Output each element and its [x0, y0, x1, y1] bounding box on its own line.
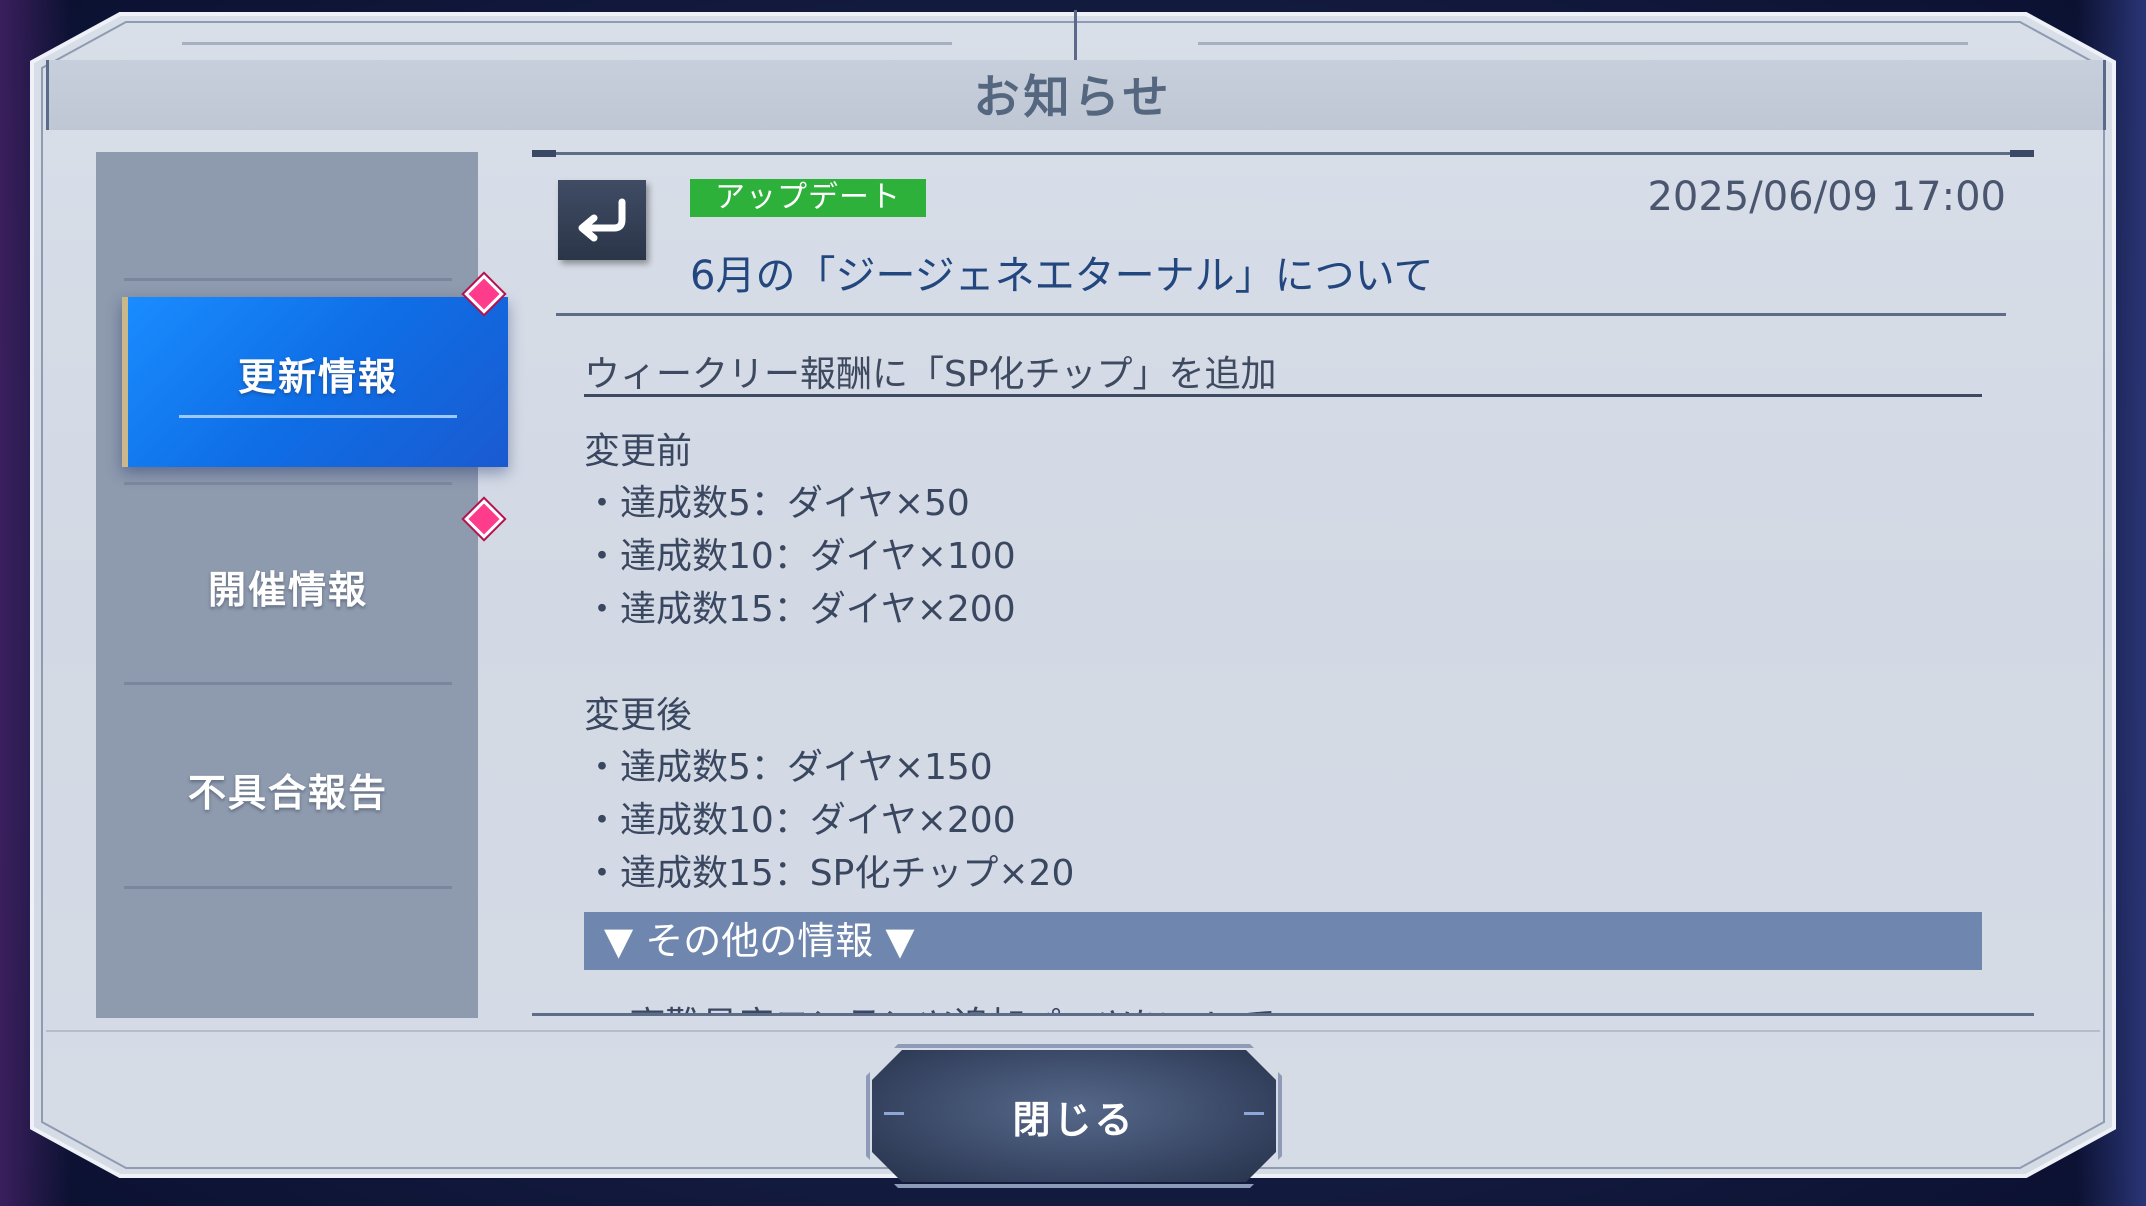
content-bottom-line: [532, 1013, 2034, 1016]
sidebar-divider: [124, 482, 452, 485]
close-button-label: 閉じる: [1012, 1097, 1136, 1142]
sidebar-item-label: 更新情報: [237, 355, 398, 399]
update-tag-badge: アップデート: [690, 179, 926, 217]
list-item: ・達成数10：ダイヤ×200: [584, 800, 1016, 841]
headline-divider: [556, 313, 2006, 316]
header-deco-line-right: [1198, 42, 1968, 45]
close-button-deco-left: [884, 1112, 904, 1115]
sidebar-divider: [124, 886, 452, 889]
sidebar-item-bug-report[interactable]: 不具合報告: [124, 694, 452, 884]
list-item: ・達成数5：ダイヤ×50: [584, 483, 970, 524]
return-arrow-icon[interactable]: [558, 180, 646, 260]
list-item: ・達成数15：ダイヤ×200: [584, 589, 1016, 630]
sidebar-item-event-info[interactable]: 開催情報: [124, 491, 452, 681]
active-underline: [179, 415, 457, 418]
header-center-tick: [1074, 10, 1077, 60]
close-button-deco-right: [1244, 1112, 1264, 1115]
other-info-toggle[interactable]: ▼ その他の情報 ▼: [584, 912, 1982, 970]
page-title: お知らせ: [973, 70, 1173, 124]
subhead-underline: [584, 394, 1982, 397]
sidebar-item-label: 不具合報告: [187, 770, 388, 815]
next-item-clipped: ■ 高難易度コンテンツ追加パーツについて: [584, 996, 1384, 1014]
sidebar-item-label: 開催情報: [207, 567, 368, 612]
header-deco-line-left: [182, 42, 952, 45]
after-label: 変更後: [584, 695, 693, 736]
sidebar-item-update-info[interactable]: 更新情報: [122, 297, 508, 467]
list-item: ・達成数10：ダイヤ×100: [584, 536, 1016, 577]
close-button[interactable]: 閉じる: [872, 1050, 1276, 1182]
post-date: 2025/06/09 17:00: [1647, 174, 2006, 220]
sidebar-divider: [124, 682, 452, 685]
list-item: ・達成数15：SP化チップ×20: [584, 853, 1075, 894]
list-item: ・達成数5：ダイヤ×150: [584, 747, 993, 788]
before-label: 変更前: [584, 431, 693, 472]
sidebar-divider: [124, 278, 452, 281]
content-top-line: [532, 150, 2034, 157]
article-headline: 6月の「ジージェネエターナル」について: [690, 253, 1434, 299]
footer-divider: [46, 1030, 2100, 1032]
section-subhead: ウィークリー報酬に「SP化チップ」を追加: [584, 354, 1277, 395]
next-item-text: ■ 高難易度コンテンツ追加パーツについて: [584, 996, 1384, 1014]
